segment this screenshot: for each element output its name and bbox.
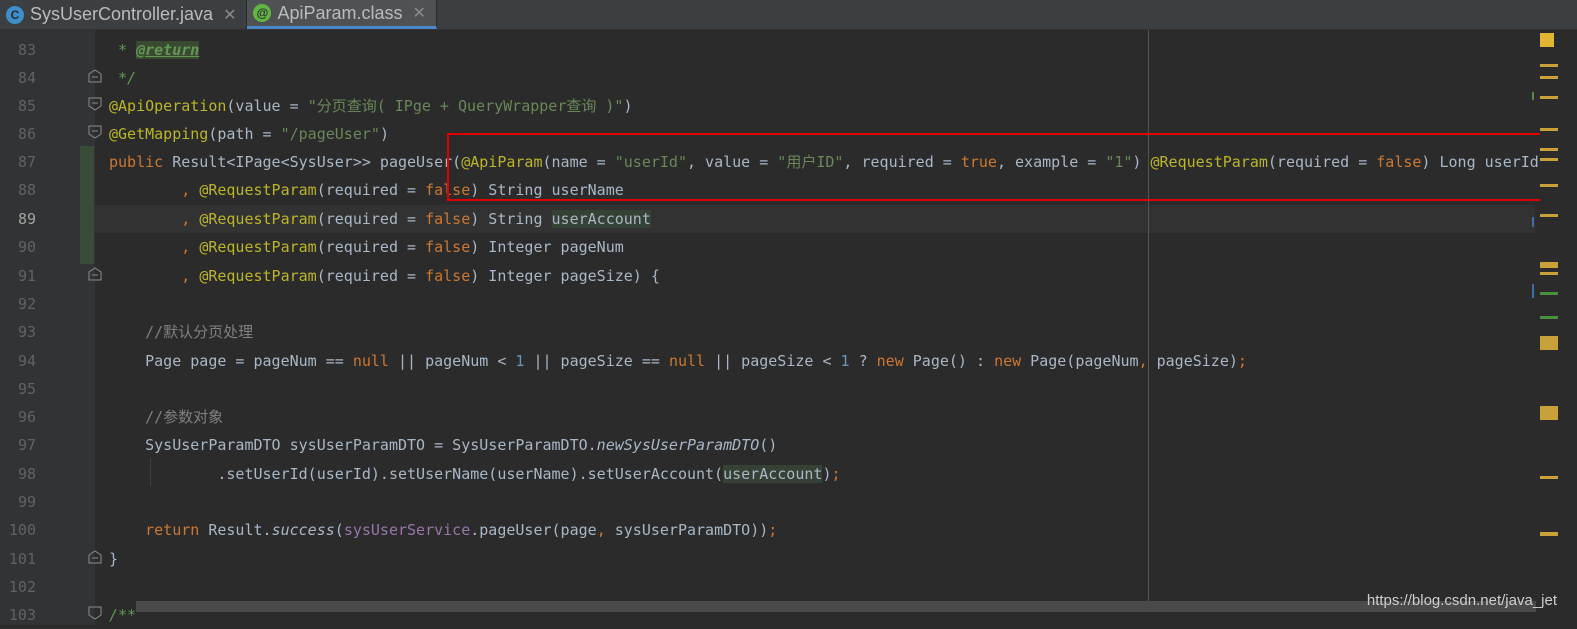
line-number: 102 <box>8 578 36 596</box>
highlight-box <box>447 133 1546 201</box>
tab-label: ApiParam.class <box>277 2 403 23</box>
line-number: 91 <box>17 267 36 285</box>
change-marker[interactable] <box>1540 292 1558 295</box>
code-line[interactable]: 100 return Result.success(sysUserService… <box>0 516 1540 544</box>
tab-sysusercontroller[interactable]: C SysUserController.java ✕ <box>0 0 248 29</box>
warning-marker[interactable] <box>1540 184 1558 187</box>
line-number: 92 <box>17 295 36 313</box>
warning-marker[interactable] <box>1540 214 1558 217</box>
warning-marker[interactable] <box>1540 476 1558 479</box>
warning-marker[interactable] <box>1540 96 1558 99</box>
line-number: 96 <box>17 408 36 426</box>
warning-marker[interactable] <box>1540 532 1558 536</box>
code-text: , @RequestParam(required = false) Intege… <box>109 238 624 256</box>
warning-marker[interactable] <box>1540 148 1558 151</box>
code-text: Page page = pageNum == null || pageNum <… <box>109 352 1247 370</box>
line-number: 90 <box>17 238 36 256</box>
code-text: * @return <box>109 41 200 59</box>
code-line[interactable]: 85 @ApiOperation(value = "分页查询( IPge + Q… <box>0 92 1540 120</box>
code-text: return Result.success(sysUserService.pag… <box>109 521 778 539</box>
line-number: 101 <box>8 550 36 568</box>
code-line[interactable]: 92 <box>0 290 1540 318</box>
fold-start-icon[interactable] <box>88 97 102 111</box>
tab-apiparam[interactable]: @ ApiParam.class ✕ <box>247 0 437 29</box>
code-line[interactable]: 97 SysUserParamDTO sysUserParamDTO = Sys… <box>0 431 1540 459</box>
change-marker[interactable] <box>1532 92 1534 100</box>
code-text: */ <box>109 69 137 87</box>
warning-marker[interactable] <box>1540 76 1558 79</box>
code-line[interactable]: 83 * @return <box>0 36 1540 64</box>
code-text: .setUserId(userId).setUserName(userName)… <box>109 465 841 483</box>
warning-marker[interactable] <box>1540 128 1558 131</box>
line-number: 93 <box>17 323 36 341</box>
code-text: //默认分页处理 <box>109 323 254 341</box>
code-line[interactable]: 101 } <box>0 545 1540 573</box>
change-marker[interactable] <box>1532 284 1534 298</box>
fold-start-icon[interactable] <box>88 606 102 620</box>
code-text: //参数对象 <box>109 408 224 426</box>
code-text: @GetMapping(path = "/pageUser") <box>109 125 389 143</box>
warning-marker[interactable] <box>1540 262 1558 268</box>
line-number: 87 <box>17 153 36 171</box>
warning-marker[interactable] <box>1540 64 1558 67</box>
code-text: SysUserParamDTO sysUserParamDTO = SysUse… <box>109 436 778 454</box>
code-line[interactable]: 98 .setUserId(userId).setUserName(userNa… <box>0 460 1540 488</box>
line-number: 94 <box>17 352 36 370</box>
line-number: 98 <box>17 465 36 483</box>
code-line[interactable]: 96 //参数对象 <box>0 403 1540 431</box>
code-line[interactable]: 90 , @RequestParam(required = false) Int… <box>0 233 1540 261</box>
fold-end-icon[interactable] <box>88 550 102 564</box>
code-line-current[interactable]: 89 , @RequestParam(required = false) Str… <box>0 205 1540 233</box>
horizontal-scrollbar[interactable] <box>136 601 1536 612</box>
code-line[interactable]: 99 <box>0 488 1540 516</box>
code-line[interactable]: 93 //默认分页处理 <box>0 318 1540 346</box>
code-line[interactable]: 84 */ <box>0 64 1540 92</box>
code-line[interactable]: 95 <box>0 375 1540 403</box>
code-line[interactable]: 91 , @RequestParam(required = false) Int… <box>0 262 1540 290</box>
warning-marker[interactable] <box>1540 406 1558 420</box>
code-text: , @RequestParam(required = false) String… <box>109 210 651 228</box>
line-number: 86 <box>17 125 36 143</box>
line-number: 84 <box>17 69 36 87</box>
warning-marker[interactable] <box>1540 158 1558 161</box>
line-number: 95 <box>17 380 36 398</box>
warning-marker[interactable] <box>1540 272 1558 275</box>
line-number: 85 <box>17 97 36 115</box>
warning-icon[interactable] <box>1540 33 1554 47</box>
change-marker[interactable] <box>1540 316 1558 319</box>
watermark: https://blog.csdn.net/java_jet <box>1366 592 1557 609</box>
code-text: } <box>109 550 119 568</box>
annotation-class-icon: @ <box>253 4 272 22</box>
line-number: 88 <box>17 181 36 199</box>
change-marker[interactable] <box>1532 217 1534 227</box>
line-number: 89 <box>17 210 36 228</box>
line-number: 97 <box>17 436 36 454</box>
code-line[interactable]: 94 Page page = pageNum == null || pageNu… <box>0 347 1540 375</box>
fold-end-icon[interactable] <box>88 267 102 281</box>
tab-label: SysUserController.java <box>30 4 214 24</box>
code-line[interactable]: 102 <box>0 573 1540 601</box>
line-number: 100 <box>8 521 36 539</box>
line-number: 99 <box>17 493 36 511</box>
close-icon[interactable]: ✕ <box>223 5 236 25</box>
code-text: @ApiOperation(value = "分页查询( IPge + Quer… <box>109 97 633 115</box>
fold-end-icon[interactable] <box>88 69 102 83</box>
java-class-icon: C <box>6 5 24 24</box>
warning-marker[interactable] <box>1540 336 1558 350</box>
fold-start-icon[interactable] <box>88 125 102 139</box>
code-text: , @RequestParam(required = false) Intege… <box>109 267 660 285</box>
error-stripe[interactable] <box>1540 30 1577 610</box>
close-icon[interactable]: ✕ <box>413 3 426 23</box>
line-number: 83 <box>17 41 36 59</box>
editor-tab-bar: C SysUserController.java ✕ @ ApiParam.cl… <box>0 0 1577 30</box>
